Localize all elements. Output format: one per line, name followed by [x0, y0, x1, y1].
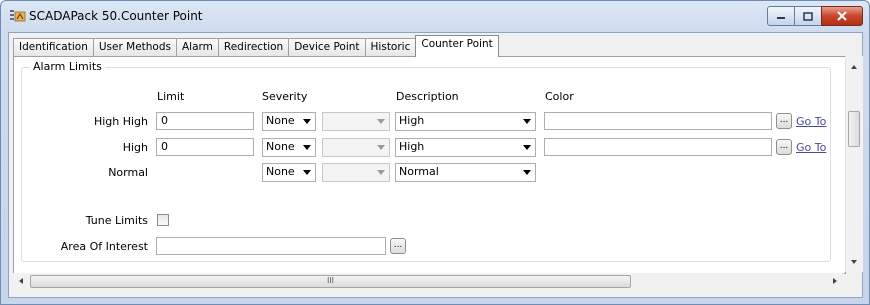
area-of-interest-browse-button[interactable]: ... — [390, 238, 406, 254]
scroll-down-icon[interactable] — [851, 260, 857, 264]
tab-redirection[interactable]: Redirection — [217, 38, 290, 56]
maximize-icon — [803, 11, 813, 21]
counter-point-panel: Alarm Limits Limit Severity Description … — [13, 56, 846, 274]
tab-identification[interactable]: Identification — [13, 38, 94, 56]
tune-limits-checkbox[interactable] — [157, 214, 169, 226]
high-high-description-select[interactable]: High — [395, 112, 536, 131]
scada-point-icon — [10, 10, 26, 22]
header-color: Color — [545, 90, 574, 103]
dialog-client: Identification User Methods Alarm Redire… — [8, 32, 863, 298]
chevron-down-icon — [303, 145, 311, 150]
high-high-color-input[interactable] — [544, 112, 772, 130]
chevron-down-icon — [303, 119, 311, 124]
header-severity: Severity — [262, 90, 308, 103]
scroll-up-icon[interactable] — [851, 65, 857, 69]
close-icon — [837, 11, 847, 21]
horizontal-scrollbar[interactable]: III — [13, 273, 844, 290]
high-high-goto-link[interactable]: Go To — [796, 115, 826, 128]
vertical-scrollbar[interactable] — [845, 56, 863, 272]
minimize-icon — [777, 17, 785, 19]
area-of-interest-input[interactable] — [156, 237, 386, 255]
close-button[interactable] — [821, 6, 863, 26]
chevron-down-icon — [523, 119, 531, 124]
high-limit-input[interactable]: 0 — [156, 138, 254, 156]
area-of-interest-label: Area Of Interest — [60, 240, 148, 253]
normal-label: Normal — [108, 166, 148, 179]
high-description-select[interactable]: High — [395, 138, 536, 157]
scroll-right-icon[interactable] — [833, 278, 837, 284]
window-title: SCADAPack 50.Counter Point — [29, 9, 203, 23]
header-description: Description — [396, 90, 459, 103]
normal-severity-value: None — [266, 165, 295, 178]
chevron-down-icon — [303, 170, 311, 175]
alarm-limits-group: Alarm Limits Limit Severity Description … — [21, 60, 831, 262]
high-high-limit-input[interactable]: 0 — [156, 112, 254, 130]
normal-description-select[interactable]: Normal — [395, 163, 536, 182]
maximize-button[interactable] — [794, 6, 822, 26]
high-high-description-value: High — [399, 114, 425, 127]
chevron-down-icon — [377, 170, 385, 175]
high-secondary-select — [322, 138, 390, 157]
tab-alarm[interactable]: Alarm — [175, 38, 219, 56]
title-bar[interactable]: SCADAPack 50.Counter Point — [1, 1, 869, 31]
tab-strip: Identification User Methods Alarm Redire… — [13, 35, 499, 57]
normal-description-value: Normal — [399, 165, 439, 178]
chevron-down-icon — [377, 119, 385, 124]
high-severity-value: None — [266, 140, 295, 153]
group-title: Alarm Limits — [30, 60, 105, 73]
normal-secondary-select — [322, 163, 390, 182]
high-high-secondary-select — [322, 112, 390, 131]
minimize-button[interactable] — [767, 6, 795, 26]
scroll-left-icon[interactable] — [19, 278, 23, 284]
high-high-severity-value: None — [266, 114, 295, 127]
horizontal-scroll-thumb[interactable]: III — [30, 275, 631, 288]
tune-limits-label: Tune Limits — [85, 214, 148, 227]
high-high-color-browse-button[interactable]: ... — [776, 113, 792, 129]
chevron-down-icon — [377, 145, 385, 150]
high-severity-select[interactable]: None — [262, 138, 316, 157]
tab-counter-point[interactable]: Counter Point — [415, 35, 499, 57]
high-high-label: High High — [93, 115, 148, 128]
chevron-down-icon — [523, 145, 531, 150]
window: SCADAPack 50.Counter Point Identificatio… — [0, 0, 870, 305]
high-description-value: High — [399, 140, 425, 153]
vertical-scroll-thumb[interactable] — [848, 111, 860, 147]
normal-severity-select[interactable]: None — [262, 163, 316, 182]
tab-user-methods[interactable]: User Methods — [92, 38, 177, 56]
tab-device-point[interactable]: Device Point — [288, 38, 366, 56]
high-color-input[interactable] — [544, 138, 772, 156]
high-color-browse-button[interactable]: ... — [776, 139, 792, 155]
tab-historic[interactable]: Historic — [364, 38, 417, 56]
chevron-down-icon — [523, 170, 531, 175]
high-goto-link[interactable]: Go To — [796, 141, 826, 154]
header-limit: Limit — [157, 90, 185, 103]
high-high-severity-select[interactable]: None — [262, 112, 316, 131]
high-label: High — [122, 141, 148, 154]
